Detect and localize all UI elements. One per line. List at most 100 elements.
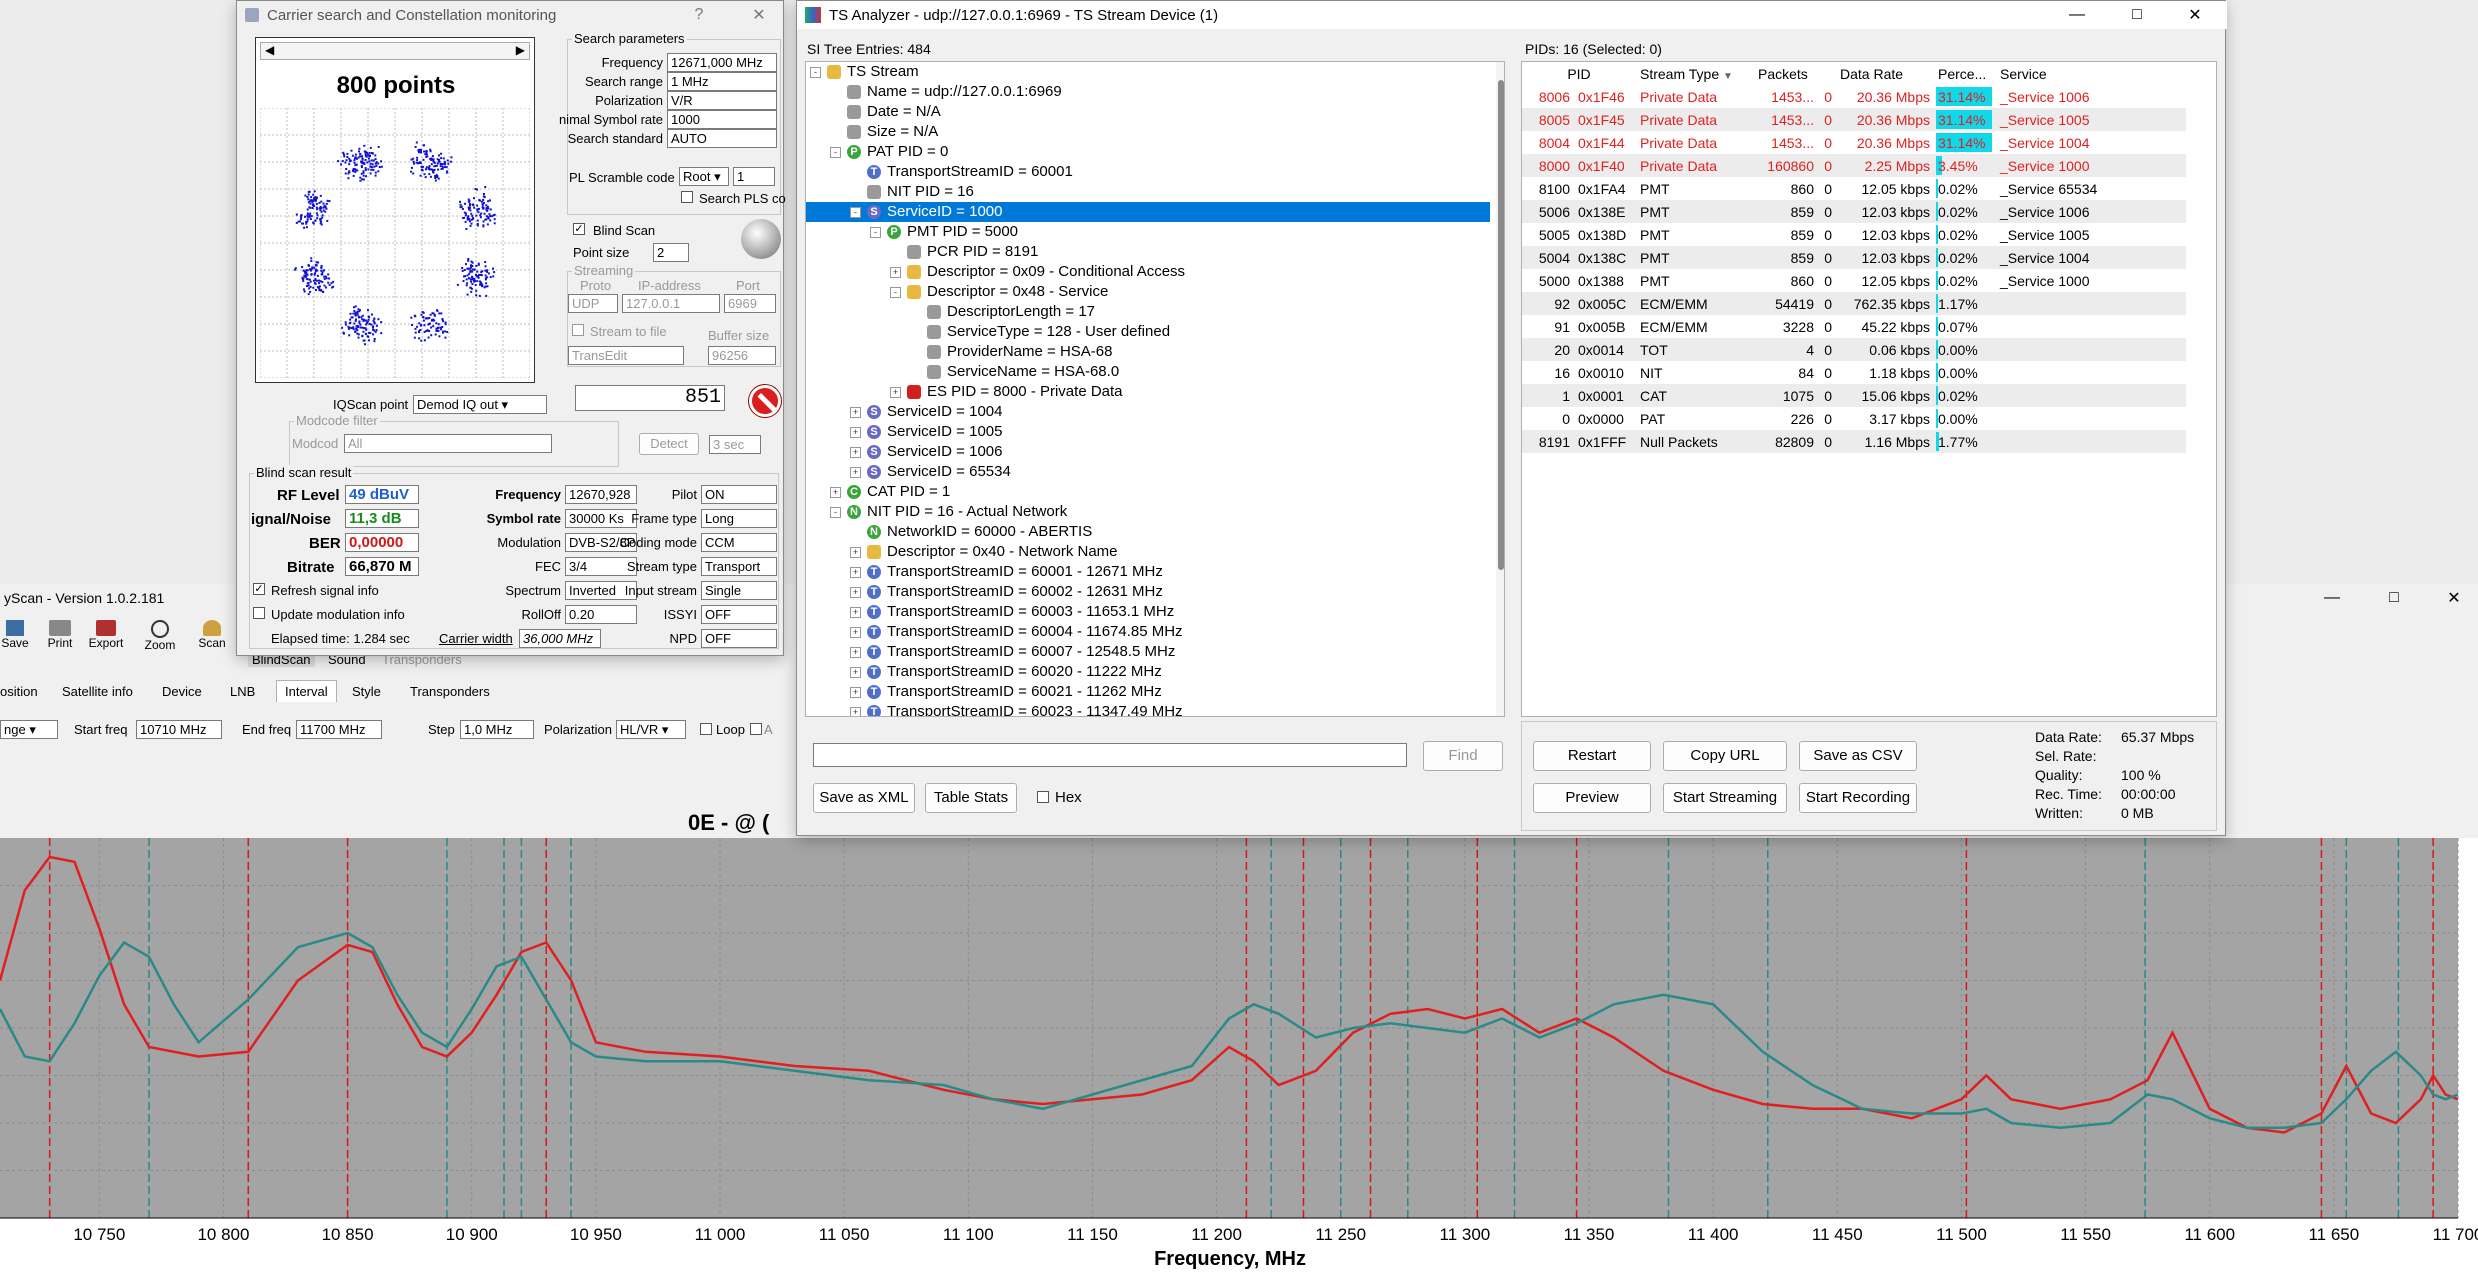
si-tree-node[interactable]: N NetworkID = 60000 - ABERTIS [810,522,1490,542]
loop-checkbox[interactable] [700,723,712,735]
detect-time-select[interactable]: 3 sec [709,435,761,454]
start-streaming-button[interactable]: Start Streaming [1663,783,1787,813]
print-toolbar-button[interactable]: Print [40,618,80,658]
col-percent[interactable]: Perce... [1934,62,1996,85]
preview-button[interactable]: Preview [1533,783,1651,813]
si-tree-node[interactable]: - Descriptor = 0x48 - Service [810,282,1490,302]
expand-toggle-icon[interactable]: + [850,406,861,418]
si-tree-node[interactable]: T TransportStreamID = 60001 [810,162,1490,182]
hex-checkbox[interactable] [1037,791,1049,803]
pid-table-row[interactable]: 20 0x0014 TOT 4 0 0.06 kbps 0.00% [1522,338,2186,361]
si-tree-node[interactable]: + S ServiceID = 1005 [810,422,1490,442]
search-pls-checkbox[interactable] [681,191,693,203]
expand-toggle-icon[interactable]: - [830,146,841,158]
detect-button[interactable]: Detect [639,433,699,455]
pid-table-row[interactable]: 92 0x005C ECM/EMM 54419 0 762.35 kbps 1.17% [1522,292,2186,315]
expand-toggle-icon[interactable]: + [850,566,861,578]
iq-scan-select[interactable]: Demod IQ out ▾ [413,395,547,414]
expand-toggle-icon[interactable]: + [850,466,861,478]
update-mod-checkbox[interactable] [253,607,265,619]
si-tree-node[interactable]: - S ServiceID = 1000 [806,202,1490,222]
find-button[interactable]: Find [1423,741,1503,771]
start-freq-input[interactable]: 10710 MHz [136,720,222,739]
pid-table-row[interactable]: 5006 0x138E PMT 859 0 12.03 kbps 0.02% _Service… [1522,200,2186,223]
si-tree-node[interactable]: PCR PID = 8191 [810,242,1490,262]
si-tree-node[interactable]: - N NIT PID = 16 - Actual Network [810,502,1490,522]
expand-toggle-icon[interactable]: + [850,686,861,698]
tab-style[interactable]: Style [352,684,381,699]
expand-toggle-icon[interactable]: + [850,446,861,458]
tree-scrollbar[interactable] [1496,62,1504,716]
tab-device[interactable]: Device [162,684,202,699]
pid-table-row[interactable]: 5005 0x138D PMT 859 0 12.03 kbps 0.02% _Service… [1522,223,2186,246]
col-packets[interactable]: Packets [1754,62,1836,85]
main-minimize-button[interactable]: — [2310,584,2354,612]
expand-toggle-icon[interactable]: + [850,586,861,598]
si-tree-node[interactable]: ServiceType = 128 - User defined [810,322,1490,342]
copy-url-button[interactable]: Copy URL [1663,741,1787,771]
param-value[interactable]: 1 MHz [667,72,777,91]
start-recording-button[interactable]: Start Recording [1799,783,1917,813]
pid-table-row[interactable]: 8100 0x1FA4 PMT 860 0 12.05 kbps 0.02% _Service… [1522,177,2186,200]
si-tree-node[interactable]: + S ServiceID = 1004 [810,402,1490,422]
si-tree-node[interactable]: NIT PID = 16 [810,182,1490,202]
pid-table-row[interactable]: 5004 0x138C PMT 859 0 12.03 kbps 0.02% _Service… [1522,246,2186,269]
restart-button[interactable]: Restart [1533,741,1651,771]
refresh-checkbox[interactable]: ✓ [253,583,265,595]
constellation-scrollbar[interactable]: ◀ ▶ [260,42,530,60]
si-tree-node[interactable]: ProviderName = HSA-68 [810,342,1490,362]
col-service[interactable]: Service [1996,62,2186,85]
step-input[interactable]: 1,0 MHz [460,720,534,739]
end-freq-input[interactable]: 11700 MHz [296,720,382,739]
param-value[interactable]: 12671,000 MHz [667,53,777,72]
si-tree-node[interactable]: - P PAT PID = 0 [810,142,1490,162]
proto-select[interactable]: UDP [568,294,618,313]
col-stream-type[interactable]: Stream Type ▼ [1636,62,1754,85]
col-data-rate[interactable]: Data Rate [1836,62,1934,85]
pls-select[interactable]: Root ▾ [679,167,729,186]
stop-icon[interactable] [749,385,781,417]
expand-toggle-icon[interactable]: - [830,506,841,518]
expand-toggle-icon[interactable]: - [890,286,901,298]
save-toolbar-button[interactable]: Save [0,618,30,658]
expand-toggle-icon[interactable]: + [850,706,861,716]
si-tree-node[interactable]: + C CAT PID = 1 [810,482,1490,502]
si-tree-node[interactable]: + T TransportStreamID = 60001 - 12671 MHz [810,562,1490,582]
zoom-toolbar-button[interactable]: Zoom [140,618,180,658]
scan-toolbar-button[interactable]: Scan [192,618,232,658]
carrier-width-label[interactable]: Carrier width [439,631,513,646]
param-value[interactable]: 1000 [667,110,777,129]
table-stats-button[interactable]: Table Stats [925,783,1017,813]
pid-table-row[interactable]: 16 0x0010 NIT 84 0 1.18 kbps 0.00% [1522,361,2186,384]
si-tree-node[interactable]: Size = N/A [810,122,1490,142]
a-checkbox[interactable] [750,723,762,735]
expand-toggle-icon[interactable]: + [850,546,861,558]
si-tree-node[interactable]: Name = udp://127.0.0.1:6969 [810,82,1490,102]
si-tree-node[interactable]: - TS Stream [810,62,1490,82]
stream-to-file-checkbox[interactable] [572,324,584,336]
si-tree-node[interactable]: + T TransportStreamID = 60002 - 12631 MHz [810,582,1490,602]
expand-toggle-icon[interactable]: + [890,386,901,398]
buffer-input[interactable]: 96256 [708,346,776,365]
modcode-select[interactable]: All [344,434,552,453]
si-tree-node[interactable]: + T TransportStreamID = 60004 - 11674.85 M… [810,622,1490,642]
param-value[interactable]: V/R [667,91,777,110]
save-xml-button[interactable]: Save as XML [813,783,915,813]
si-tree-node[interactable]: + T TransportStreamID = 60021 - 11262 MHz [810,682,1490,702]
stream-app-select[interactable]: TransEdit [568,346,684,365]
tab-position[interactable]: osition [0,684,38,699]
blind-scan-checkbox[interactable]: ✓ [573,223,585,235]
ts-minimize-button[interactable]: — [2055,1,2099,29]
expand-toggle-icon[interactable]: + [830,486,841,498]
si-tree-node[interactable]: + S ServiceID = 65534 [810,462,1490,482]
pid-table-row[interactable]: 5000 0x1388 PMT 860 0 12.05 kbps 0.02% _Service… [1522,269,2186,292]
pid-table-row[interactable]: 8004 0x1F44 Private Data 1453... 0 20.36 Mbps… [1522,131,2186,154]
expand-toggle-icon[interactable]: + [850,426,861,438]
si-tree-node[interactable]: + S ServiceID = 1006 [810,442,1490,462]
expand-toggle-icon[interactable]: + [850,666,861,678]
expand-toggle-icon[interactable]: + [850,606,861,618]
main-close-button[interactable]: ✕ [2432,584,2476,612]
si-tree-node[interactable]: + ES PID = 8000 - Private Data [810,382,1490,402]
si-tree-node[interactable]: Date = N/A [810,102,1490,122]
si-tree-node[interactable]: + Descriptor = 0x40 - Network Name [810,542,1490,562]
